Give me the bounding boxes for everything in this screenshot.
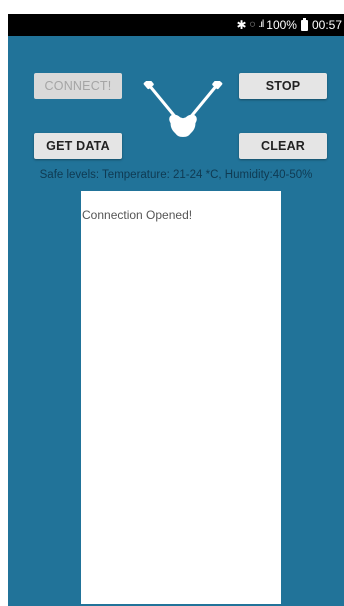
connect-button[interactable]: CONNECT! bbox=[34, 73, 122, 99]
guitars-icon bbox=[143, 81, 223, 137]
wifi-icon: ◌ bbox=[249, 19, 256, 30]
get-data-button[interactable]: GET DATA bbox=[34, 133, 122, 159]
safe-levels-text: Safe levels: Temperature: 21-24 *C, Humi… bbox=[39, 169, 313, 181]
clock: 00:57 bbox=[311, 18, 342, 32]
bluetooth-icon: ✱ bbox=[236, 18, 247, 32]
app-screen: CONNECT! STOP GET DATA CLEAR Safe levels… bbox=[8, 36, 344, 606]
log-panel[interactable]: Connection Opened! bbox=[81, 191, 281, 604]
status-bar: ✱ ◌ .ıl 100% 00:57 bbox=[8, 14, 344, 36]
signal-icon: .ıl bbox=[258, 19, 264, 30]
stop-button[interactable]: STOP bbox=[239, 73, 327, 99]
battery-percent: 100% bbox=[266, 18, 297, 32]
battery-icon bbox=[300, 17, 308, 31]
clear-button[interactable]: CLEAR bbox=[239, 133, 327, 159]
log-message: Connection Opened! bbox=[82, 208, 193, 222]
